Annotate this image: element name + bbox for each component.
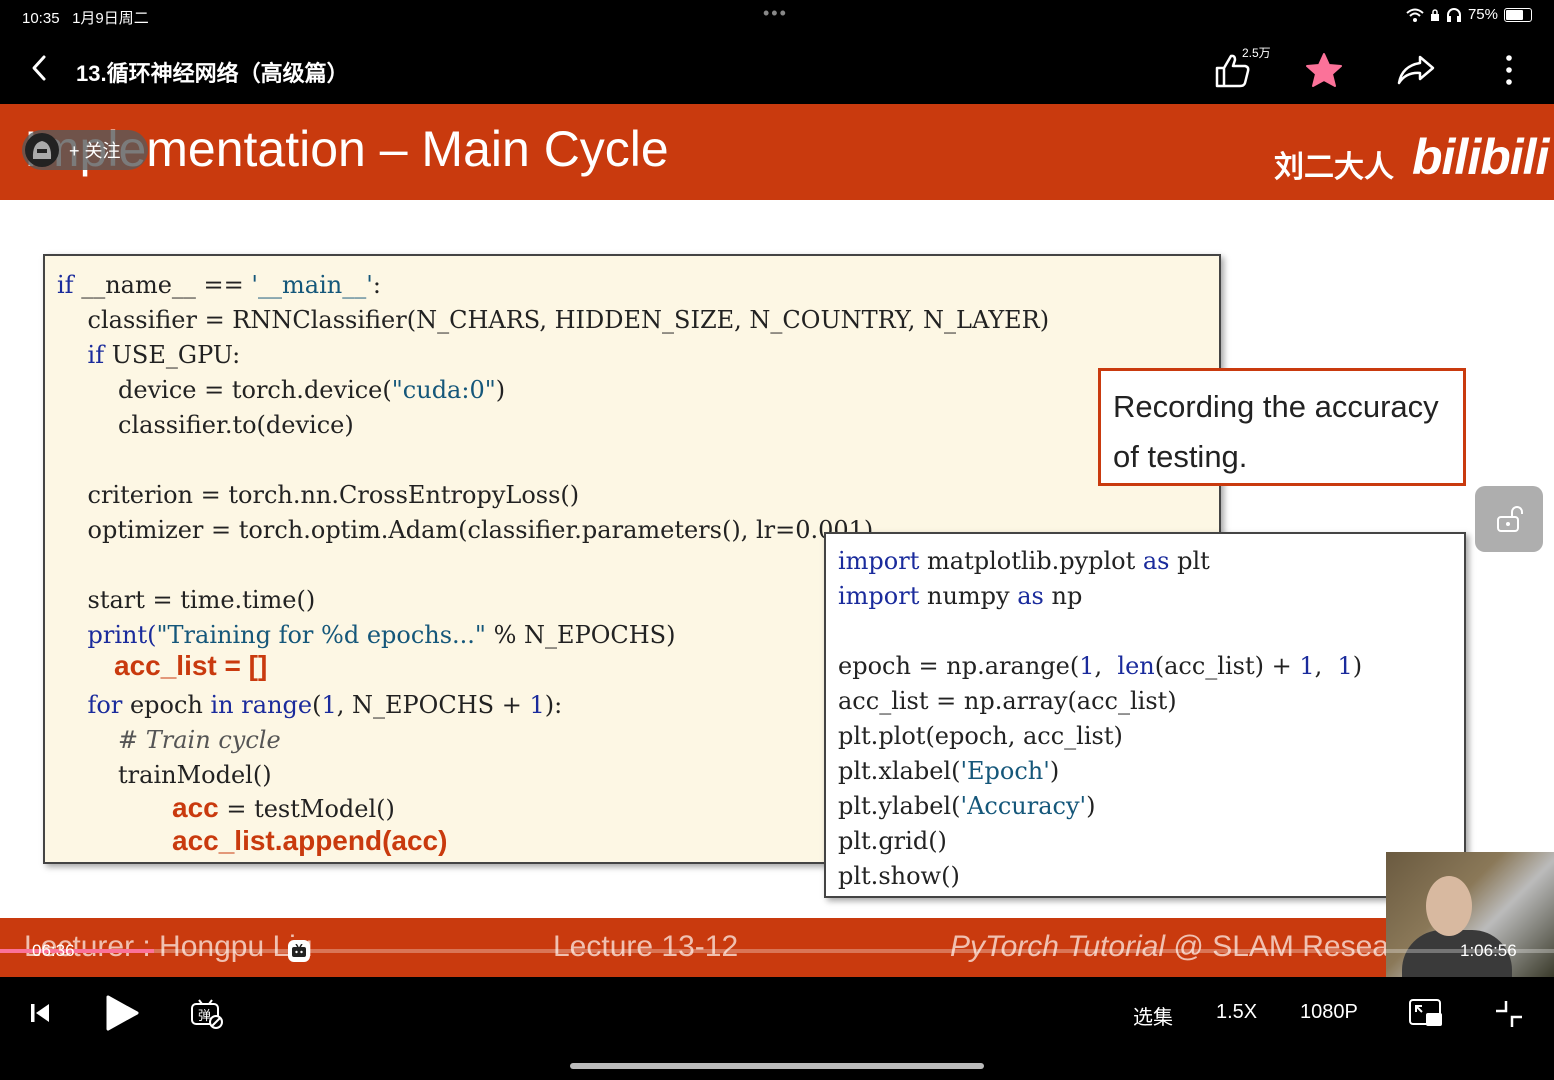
code-line-highlight: acc_list.append(acc) <box>172 825 448 856</box>
speed-button[interactable]: 1.5X <box>1216 1001 1257 1024</box>
code-line: for epoch in range(1, N_EPOCHS + 1): <box>57 691 563 719</box>
code-line: plt.show() <box>838 862 960 890</box>
code-line: plt.plot(epoch, acc_list) <box>838 722 1123 750</box>
headphones-icon <box>1446 7 1461 22</box>
code-line: acc = testModel() <box>172 792 395 824</box>
code-line: plt.xlabel('Epoch') <box>838 757 1060 785</box>
share-icon[interactable] <box>1396 52 1436 88</box>
total-time: 1:06:56 <box>1460 941 1517 960</box>
lecture-number: Lecture 13-12 <box>553 930 739 963</box>
uploader-avatar <box>25 133 59 167</box>
multitask-dots-icon[interactable]: ••• <box>763 3 788 24</box>
battery-icon <box>1504 7 1532 22</box>
code-line: plt.ylabel('Accuracy') <box>838 792 1096 820</box>
code-line: import matplotlib.pyplot as plt <box>838 547 1210 575</box>
unlock-icon <box>1497 506 1523 532</box>
callout-line: Recording the accuracy <box>1113 389 1439 424</box>
code-line: classifier.to(device) <box>57 411 354 439</box>
status-time: 10:35 1月9日周二 <box>22 10 149 27</box>
tv-mascot-icon <box>292 944 306 957</box>
course-name: PyTorch Tutorial @ SLAM Resea <box>950 930 1389 963</box>
more-options-icon[interactable] <box>1496 52 1522 88</box>
follow-button[interactable]: + 关注 <box>22 130 148 170</box>
callout-box: Recording the accuracy of testing. <box>1098 368 1466 486</box>
favorite-star-icon[interactable] <box>1305 52 1343 88</box>
code-line: device = torch.device("cuda:0") <box>57 376 506 404</box>
code-line: acc_list = np.array(acc_list) <box>838 687 1177 715</box>
status-right: 75% <box>1406 6 1532 23</box>
exit-fullscreen-icon[interactable] <box>1494 999 1524 1029</box>
previous-icon[interactable] <box>28 1001 52 1025</box>
code-comment: # Train cycle <box>57 726 281 754</box>
quality-button[interactable]: 1080P <box>1300 1001 1358 1024</box>
code-line: classifier = RNNClassifier(N_CHARS, HIDD… <box>57 306 1050 334</box>
bilibili-logo: bilibili <box>1412 129 1549 185</box>
code-line: trainModel() <box>57 761 272 789</box>
code-line: criterion = torch.nn.CrossEntropyLoss() <box>57 481 580 509</box>
progress-bar[interactable] <box>0 949 1554 953</box>
helmet-avatar-icon <box>32 141 52 159</box>
video-frame[interactable]: Implementation – Main Cycle + 关注 刘二大人 bi… <box>0 104 1554 977</box>
battery-percent: 75% <box>1467 6 1498 23</box>
video-title: 13.循环神经网络（高级篇） <box>76 61 349 86</box>
code-line: optimizer = torch.optim.Adam(classifier.… <box>57 516 874 544</box>
code-line: if USE_GPU: <box>57 341 241 369</box>
author-name: 刘二大人 <box>1274 151 1394 184</box>
code-line: epoch = np.arange(1, len(acc_list) + 1, … <box>838 652 1363 680</box>
progress-knob[interactable] <box>288 940 310 962</box>
code-line: start = time.time() <box>57 586 316 614</box>
code-line: if __name__ == '__main__': <box>57 271 381 299</box>
code-line: print("Training for %d epochs..." % N_EP… <box>57 621 676 649</box>
lock-rotation-icon <box>1430 8 1439 21</box>
slide-footer: Lecturer : Hongpu Liu Lecture 13-12 PyTo… <box>0 918 1554 977</box>
like-count: 2.5万 <box>1242 46 1271 60</box>
screen-lock-button[interactable] <box>1475 486 1543 552</box>
status-bar: 10:35 1月9日周二 ••• 75% <box>0 0 1554 32</box>
play-icon[interactable] <box>104 994 140 1032</box>
code-block-plot: import matplotlib.pyplot as plt import n… <box>824 532 1466 898</box>
follow-label: + 关注 <box>69 141 121 161</box>
danmaku-toggle-icon[interactable]: 弹 <box>190 997 224 1031</box>
code-line: plt.grid() <box>838 827 947 855</box>
callout-line: of testing. <box>1113 439 1248 474</box>
slide-header: Implementation – Main Cycle + 关注 刘二大人 bi… <box>0 104 1554 200</box>
code-line-highlight: acc_list = [] <box>114 650 268 681</box>
top-nav: 13.循环神经网络（高级篇） 2.5万 <box>0 32 1554 104</box>
picture-in-picture-icon[interactable] <box>1408 998 1444 1030</box>
wifi-icon <box>1406 8 1424 22</box>
current-time: 06:36 <box>32 941 75 960</box>
back-arrow-icon[interactable] <box>26 54 54 82</box>
episodes-button[interactable]: 选集 <box>1133 1001 1173 1030</box>
home-indicator[interactable] <box>570 1063 984 1069</box>
code-line: import numpy as np <box>838 582 1083 610</box>
